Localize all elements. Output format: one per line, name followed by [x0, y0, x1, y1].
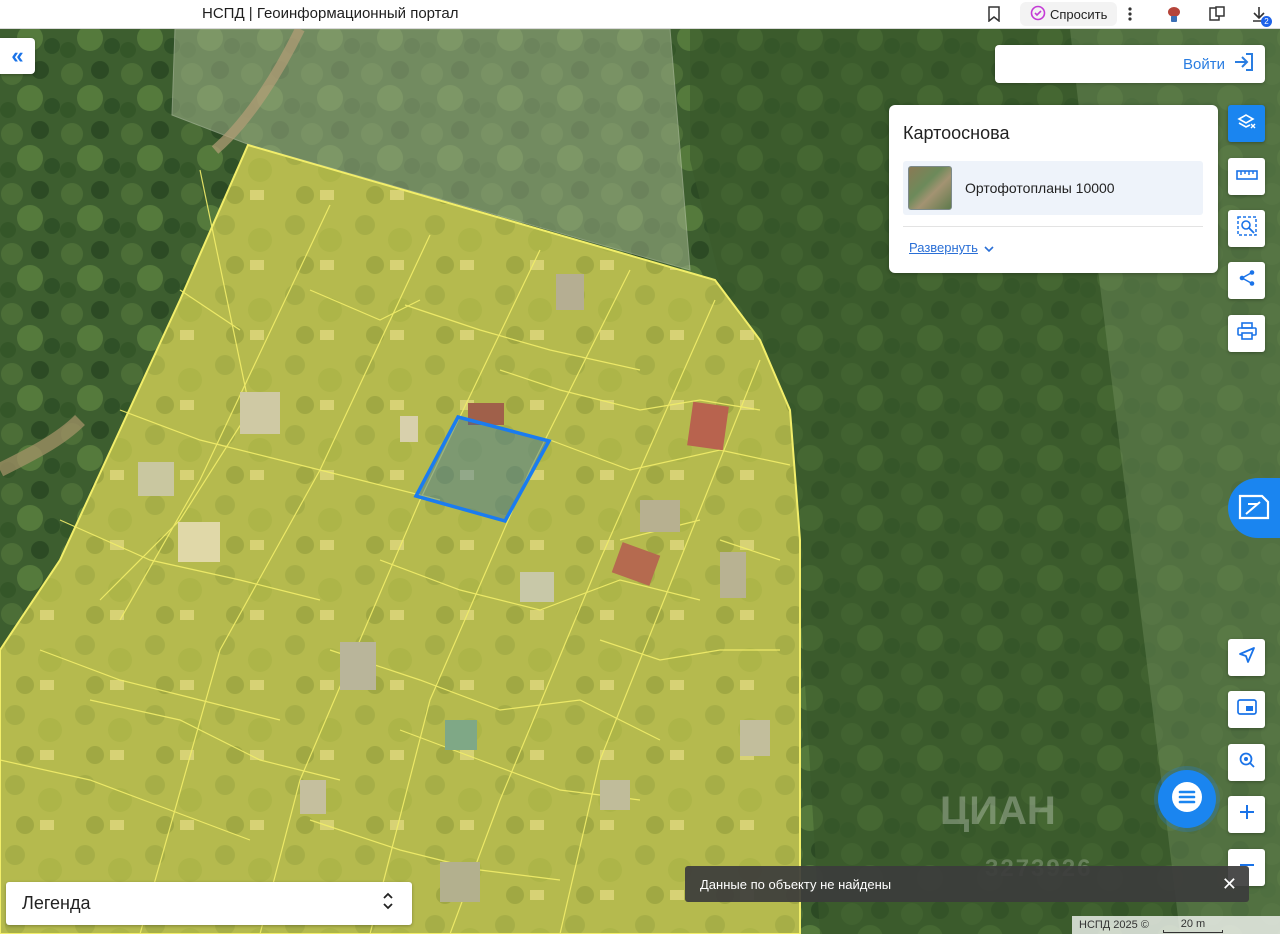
basemap-layer-item[interactable]: Ортофотопланы 10000	[903, 161, 1203, 215]
cadastre-side-button[interactable]	[1228, 478, 1280, 538]
toast-text: Данные по объекту не найдены	[700, 876, 892, 892]
expand-link[interactable]: Развернуть	[909, 240, 994, 255]
area-select-icon	[1236, 215, 1258, 242]
map-attribution: НСПД 2025 © 20 m	[1072, 916, 1280, 934]
print-button[interactable]	[1228, 315, 1265, 352]
bookmark-icon[interactable]	[983, 3, 1005, 25]
zoom-in-icon	[1239, 804, 1255, 825]
browser-topbar: НСПД | Геоинформационный портал Спросить…	[0, 0, 1280, 29]
basemap-panel: Картооснова Ортофотопланы 10000 Разверну…	[889, 105, 1218, 273]
share-icon	[1238, 269, 1256, 292]
download-icon[interactable]: 2	[1248, 3, 1272, 27]
double-chevron-left-icon: «	[11, 43, 24, 68]
print-icon	[1236, 322, 1257, 345]
notification-toast: Данные по объекту не найдены ✕	[685, 866, 1249, 902]
download-count-badge: 2	[1261, 16, 1272, 27]
area-select-button[interactable]	[1228, 210, 1265, 247]
scale-label: 20 m	[1180, 917, 1206, 930]
login-button[interactable]: Войти	[995, 45, 1265, 83]
more-icon[interactable]	[1119, 3, 1141, 25]
close-icon[interactable]: ✕	[1222, 875, 1237, 893]
map-pin-icon	[1236, 490, 1272, 527]
login-label: Войти	[1183, 55, 1225, 73]
scale-bar: 20 m	[1162, 917, 1223, 933]
collections-icon[interactable]	[1206, 3, 1228, 25]
copyright-text: НСПД 2025 ©	[1079, 919, 1149, 931]
picture-in-picture-button[interactable]	[1228, 691, 1265, 728]
geo-search-icon	[1238, 751, 1256, 774]
chat-button[interactable]	[1158, 770, 1216, 828]
legend-dropdown[interactable]: Легенда	[6, 882, 412, 925]
ask-label: Спросить	[1050, 6, 1108, 22]
legend-label: Легенда	[22, 893, 91, 913]
locate-button[interactable]	[1228, 639, 1265, 676]
basemap-panel-title: Картооснова	[903, 123, 1010, 143]
collapse-sidebar-button[interactable]: «	[0, 38, 35, 74]
login-icon	[1233, 52, 1255, 77]
chevron-down-icon	[984, 240, 994, 255]
expand-label: Развернуть	[909, 240, 978, 255]
chat-icon	[1170, 780, 1204, 819]
orthophoto-thumbnail	[908, 166, 952, 210]
tab-title: НСПД | Геоинформационный портал	[202, 5, 459, 22]
zoom-in-button[interactable]	[1228, 796, 1265, 833]
extension-icon[interactable]	[1163, 3, 1185, 25]
ruler-button[interactable]	[1228, 158, 1265, 195]
layers-clear-icon	[1236, 111, 1257, 136]
picture-in-picture-icon	[1236, 699, 1257, 720]
geo-search-button[interactable]	[1228, 744, 1265, 781]
watermark-logo: ЦИАН	[940, 789, 1056, 833]
locate-icon	[1238, 646, 1256, 669]
spark-icon	[1030, 5, 1046, 24]
scale-line	[1162, 929, 1223, 933]
share-button[interactable]	[1228, 262, 1265, 299]
ask-button[interactable]: Спросить	[1020, 2, 1118, 26]
chevron-updown-icon	[382, 891, 394, 916]
basemap-layer-label: Ортофотопланы 10000	[965, 180, 1115, 196]
layers-clear-button[interactable]	[1228, 105, 1265, 142]
panel-divider	[903, 226, 1203, 227]
ruler-icon	[1235, 168, 1258, 186]
